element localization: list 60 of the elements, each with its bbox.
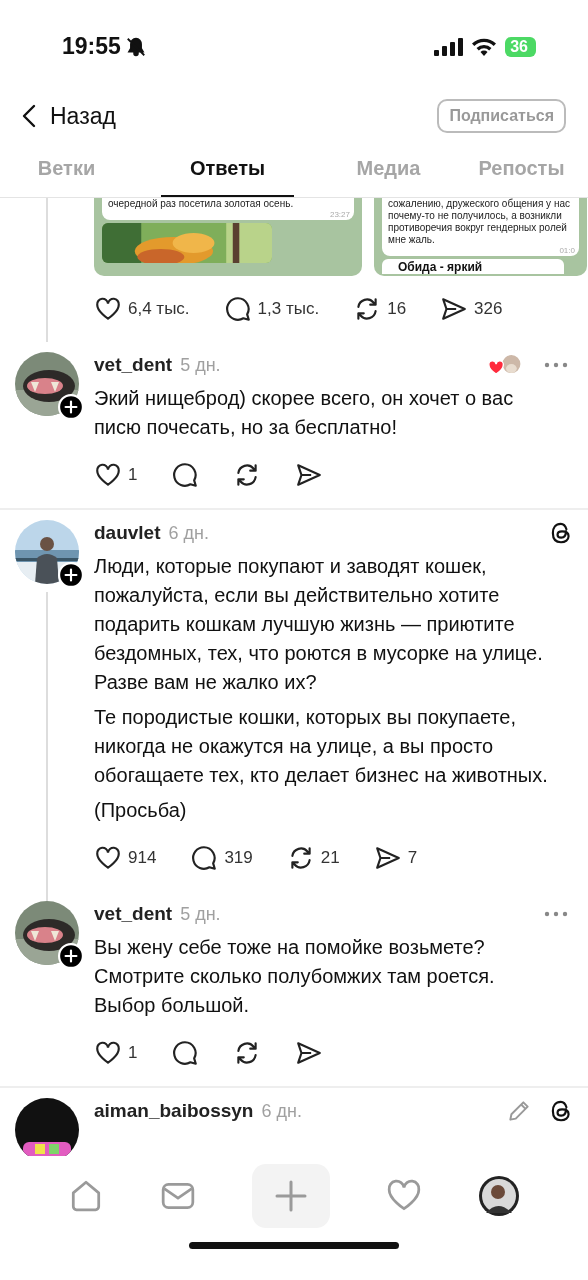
message-time: 23:27: [329, 210, 350, 219]
follow-plus-icon[interactable]: [58, 394, 84, 420]
action-count: 1: [128, 1043, 138, 1063]
username[interactable]: vet_dent: [94, 903, 173, 925]
post-text: (Просьба): [94, 798, 188, 823]
status-time: 19:55: [62, 33, 121, 60]
pencil-icon[interactable]: [506, 1098, 532, 1124]
plus-icon: [274, 1179, 308, 1213]
chat-screenshot[interactable]: сожалению, дружеского общения у нас почему-то не получилось, а возникли противоречия вокруг гендерных ролей мне жаль. 01:0 Обида - яркий: [374, 198, 587, 276]
message-time: 01:0: [559, 246, 575, 255]
action-count: 914: [128, 848, 157, 868]
username[interactable]: aiman_baibossyn: [94, 1100, 254, 1122]
heart-icon[interactable]: [94, 295, 122, 323]
wifi-icon: [471, 37, 498, 57]
create-button[interactable]: [252, 1164, 330, 1228]
send-icon[interactable]: [440, 295, 469, 323]
quoted-message: Обида - яркий: [382, 259, 564, 274]
comment-icon[interactable]: [171, 1039, 200, 1067]
action-count: 1,3 тыс.: [257, 299, 320, 319]
post-time: 6 дн.: [168, 522, 209, 544]
chevron-left-icon: [22, 104, 36, 128]
more-options-icon[interactable]: [544, 362, 568, 368]
username[interactable]: dauvlet: [94, 522, 161, 544]
more-options-icon[interactable]: [544, 911, 568, 917]
action-count: 326: [474, 299, 503, 319]
follow-plus-icon[interactable]: [58, 943, 84, 969]
action-count: 319: [224, 848, 253, 868]
battery-level: 36: [505, 37, 536, 57]
chat-screenshot[interactable]: очередной раз посетила золотая осень. 23:27: [94, 198, 362, 276]
comment-icon[interactable]: [190, 844, 219, 872]
send-icon[interactable]: [295, 461, 324, 489]
username[interactable]: vet_dent: [94, 354, 173, 376]
post-text: Те породистые кошки, которых вы покупаете, никогда не окажутся на улице, а вы просто обогащаете тех, кто делает бизнес на животных.: [94, 705, 549, 788]
post-time: 6 дн.: [261, 1100, 302, 1122]
post-time: 5 дн.: [180, 354, 221, 376]
heart-icon[interactable]: [94, 1039, 122, 1067]
bell-muted-icon: [124, 35, 147, 58]
chat-message-line: сожалению, дружеского общения у нас: [388, 198, 571, 210]
comment-icon[interactable]: [171, 461, 200, 489]
chat-message-line: противоречия вокруг гендерных ролей: [388, 222, 568, 234]
post-text: Экий нищеброд) скорее всего, он хочет о вас писю почесать, но за бесплатно!: [94, 386, 515, 440]
chat-message-line: мне жаль.: [388, 234, 436, 246]
heart-icon[interactable]: [94, 461, 122, 489]
action-count: 1: [128, 465, 138, 485]
post-time: 5 дн.: [180, 903, 221, 925]
post-text: Люди, которые покупают и заводят кошек, пожалуйста, если вы действительно хотите подарить кошкам лучшую жизнь — приютите бездомных, тех, что роются в мусорке на улице. Разве вам не жалко их?: [94, 554, 544, 695]
heart-icon[interactable]: [94, 844, 122, 872]
comment-icon[interactable]: [223, 295, 252, 323]
action-count: 16: [387, 299, 407, 319]
post-text: Вы жену себе тоже на помойке возьмете? Смотрите сколько полубомжих там роется. Выбор большой.: [94, 935, 496, 1018]
action-count: 7: [407, 848, 418, 868]
signal-icon: [433, 37, 464, 57]
chat-message-line: почему-то не получилось, а возникли: [388, 210, 563, 222]
chat-message-line: очередной раз посетила золотая осень.: [108, 198, 295, 210]
follow-plus-icon[interactable]: [58, 562, 84, 588]
action-count: 6,4 тыс.: [128, 299, 190, 319]
send-icon[interactable]: [373, 844, 402, 872]
action-count: 21: [320, 848, 340, 868]
back-button[interactable]: Назад: [22, 102, 116, 130]
send-icon[interactable]: [295, 1039, 324, 1067]
